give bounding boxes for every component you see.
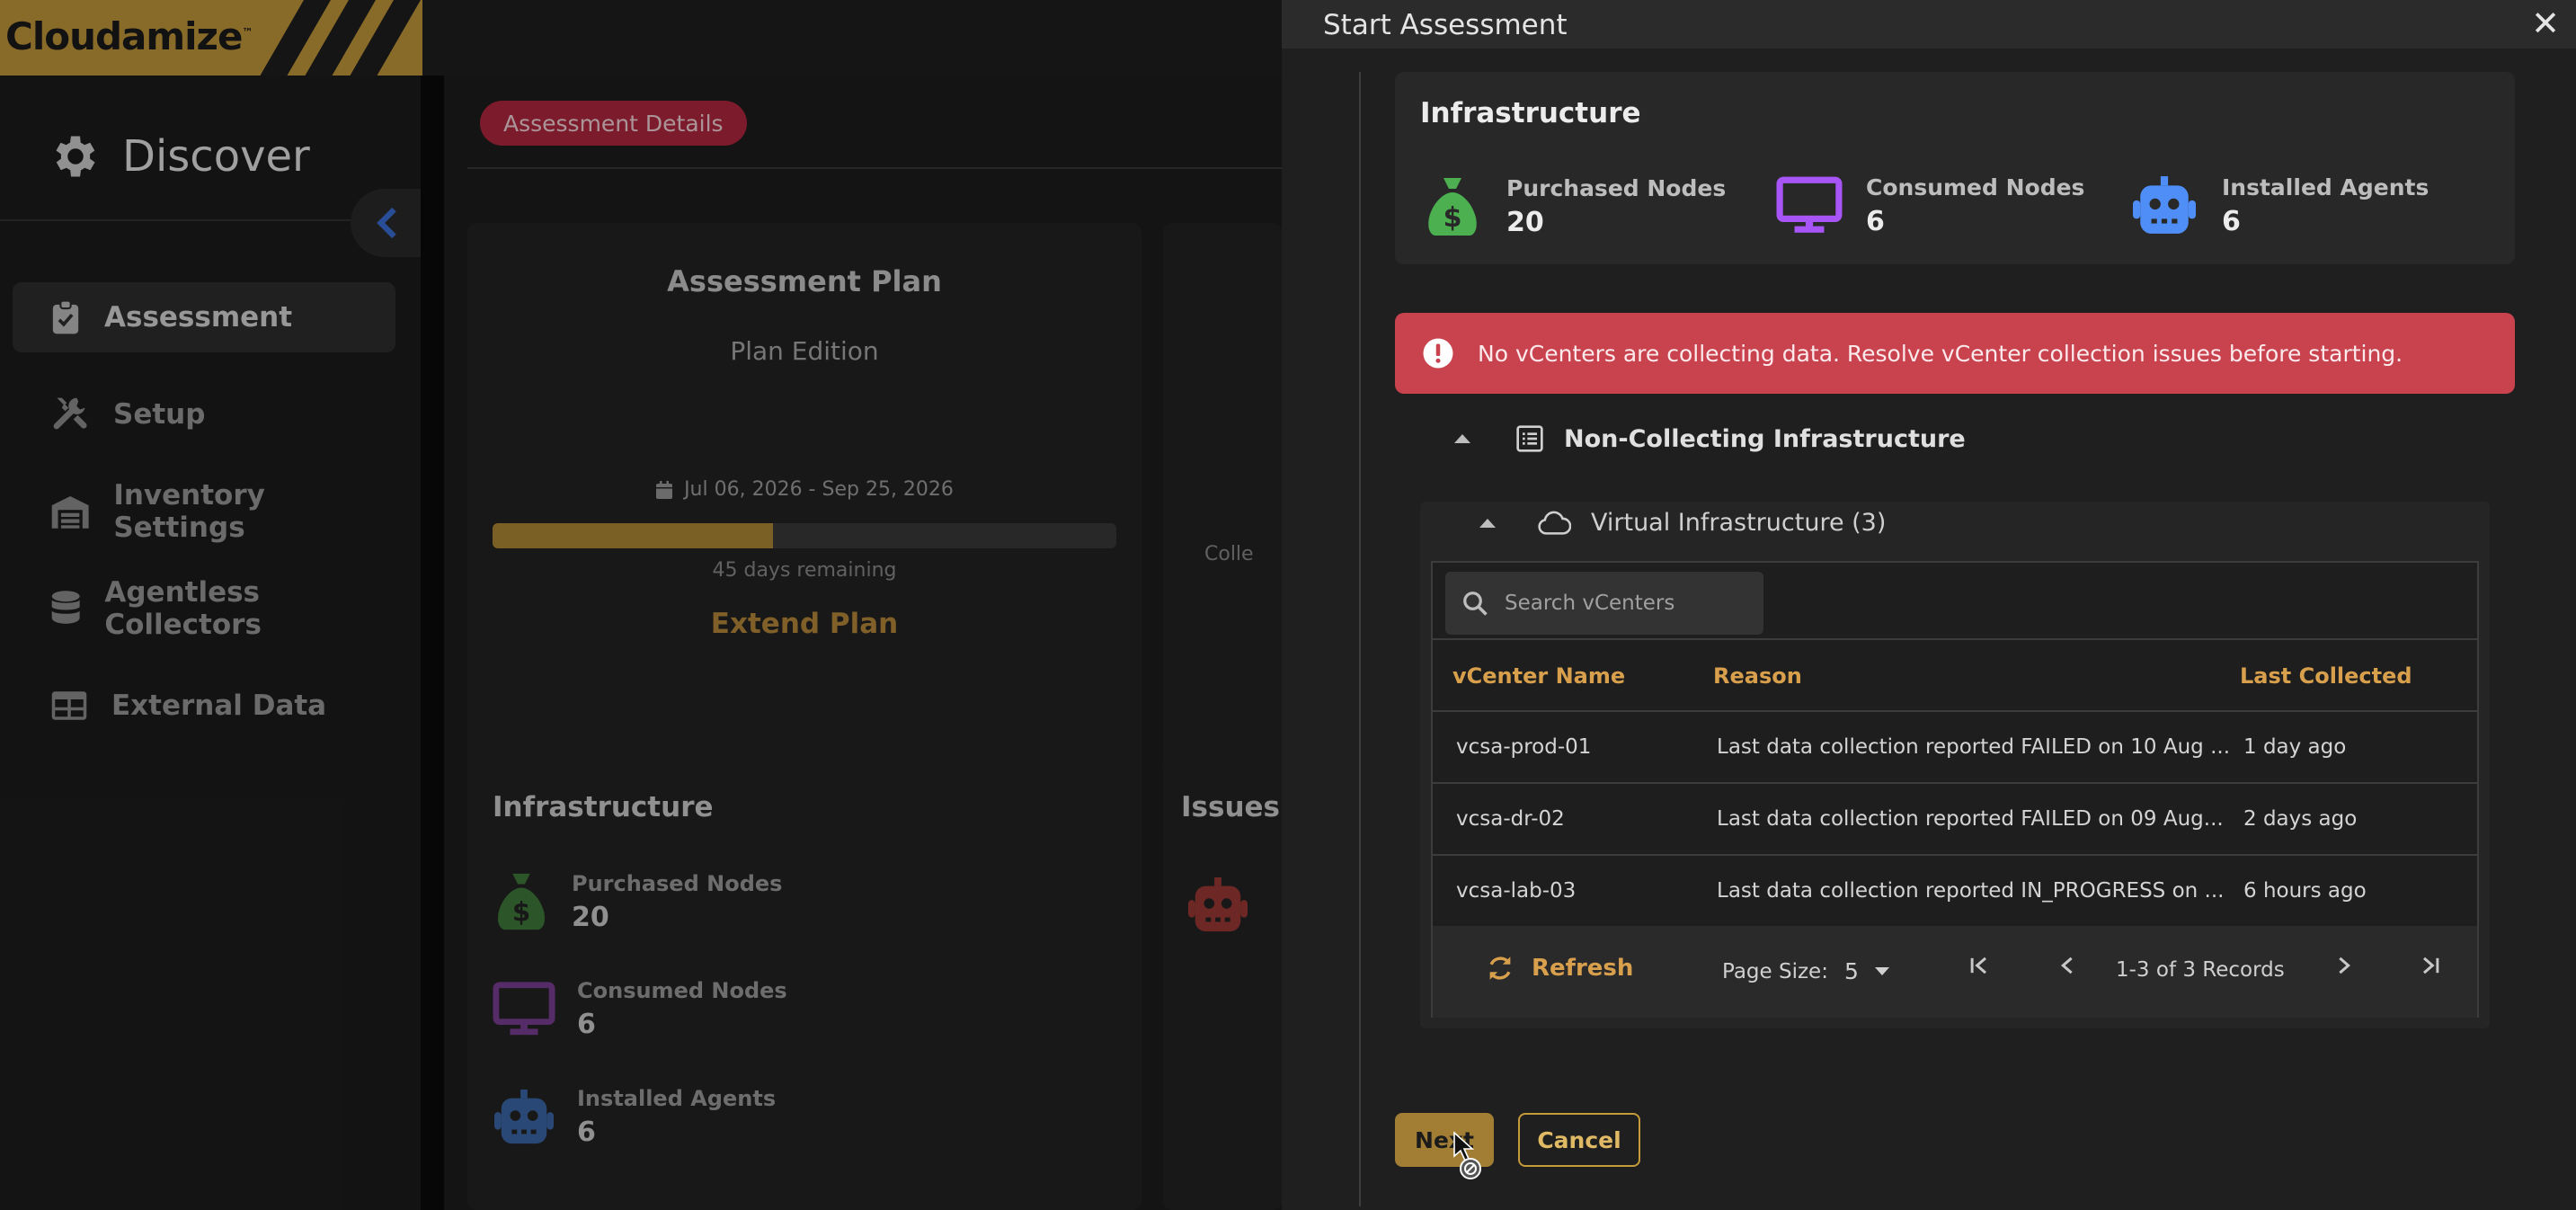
page-size-select[interactable]: Page Size: 5	[1722, 958, 1889, 984]
cell-reason: Last data collection reported FAILED on …	[1717, 807, 2224, 831]
first-page-icon[interactable]	[1967, 953, 1992, 984]
modal-header: Start Assessment ✕	[1282, 0, 2576, 49]
stepper-line	[1359, 72, 1361, 1206]
last-page-icon[interactable]	[2418, 953, 2443, 984]
refresh-icon	[1489, 956, 1511, 980]
column-header-vcenter-name[interactable]: vCenter Name	[1452, 663, 1625, 689]
monitor-icon	[1776, 176, 1843, 233]
next-page-icon[interactable]	[2332, 953, 2357, 984]
svg-text:$: $	[1443, 202, 1462, 234]
modal-consumed-nodes-stat: Consumed Nodes 6	[1776, 174, 2084, 237]
cloud-icon	[1538, 511, 1571, 535]
column-header-last-collected[interactable]: Last Collected	[2240, 663, 2412, 689]
cell-reason: Last data collection reported IN_PROGRES…	[1717, 879, 2225, 903]
cell-last-collected: 2 days ago	[2243, 807, 2358, 831]
chevron-down-icon	[1874, 967, 1889, 975]
refresh-button[interactable]: Refresh	[1485, 953, 1633, 983]
virtual-infrastructure-header[interactable]: Virtual Infrastructure (3)	[1479, 509, 1886, 537]
records-count: 1-3 of 3 Records	[2116, 958, 2285, 982]
modal-infrastructure-card: Infrastructure $ Purchased Nodes 20 Consu…	[1395, 72, 2515, 264]
start-assessment-modal: Start Assessment ✕ Infrastructure $ Purc…	[1282, 0, 2576, 1210]
virtual-infrastructure-title: Virtual Infrastructure (3)	[1591, 509, 1887, 537]
cell-name: vcsa-dr-02	[1456, 807, 1565, 831]
modal-backdrop[interactable]	[0, 0, 1282, 1210]
cancel-button[interactable]: Cancel	[1518, 1113, 1640, 1167]
robot-icon	[2133, 176, 2196, 234]
non-collecting-title: Non-Collecting Infrastructure	[1564, 424, 1966, 453]
page-size-value: 5	[1843, 958, 1859, 984]
table-header: vCenter Name Reason Last Collected	[1433, 638, 2477, 712]
page-size-label: Page Size:	[1722, 959, 1828, 983]
not-allowed-cursor-icon	[1453, 1131, 1481, 1179]
search-placeholder: Search vCenters	[1505, 592, 1675, 615]
caret-up-icon	[1454, 434, 1470, 443]
modal-installed-agents-stat: Installed Agents 6	[2130, 174, 2429, 237]
error-alert: No vCenters are collecting data. Resolve…	[1395, 313, 2515, 394]
caret-up-icon	[1479, 518, 1496, 528]
search-input[interactable]: Search vCenters	[1445, 572, 1763, 635]
list-icon	[1516, 425, 1543, 452]
modal-title: Start Assessment	[1323, 9, 1568, 41]
close-icon[interactable]: ✕	[2531, 5, 2560, 41]
previous-page-icon[interactable]	[2055, 953, 2080, 984]
cell-name: vcsa-lab-03	[1456, 879, 1577, 903]
exclamation-circle-icon	[1423, 338, 1453, 369]
non-collecting-header[interactable]: Non-Collecting Infrastructure	[1454, 424, 1966, 453]
column-header-reason[interactable]: Reason	[1713, 663, 1802, 689]
table-row[interactable]: vcsa-dr-02 Last data collection reported…	[1433, 784, 2477, 856]
cell-reason: Last data collection reported FAILED on …	[1717, 735, 2231, 759]
money-bag-icon: $	[1428, 178, 1477, 236]
cell-last-collected: 6 hours ago	[2243, 879, 2367, 903]
table-footer: Refresh Page Size: 5 1-3 of 3 Records	[1433, 926, 2477, 1018]
cell-name: vcsa-prod-01	[1456, 735, 1592, 759]
search-icon	[1463, 592, 1488, 616]
table-row[interactable]: vcsa-prod-01 Last data collection report…	[1433, 712, 2477, 784]
cell-last-collected: 1 day ago	[2243, 735, 2347, 759]
table-row[interactable]: vcsa-lab-03 Last data collection reporte…	[1433, 856, 2477, 928]
modal-purchased-nodes-stat: $ Purchased Nodes 20	[1422, 174, 1726, 239]
modal-infrastructure-title: Infrastructure	[1420, 97, 1641, 129]
vcenter-table: Search vCenters vCenter Name Reason Last…	[1431, 561, 2479, 1018]
alert-message: No vCenters are collecting data. Resolve…	[1478, 340, 2403, 367]
